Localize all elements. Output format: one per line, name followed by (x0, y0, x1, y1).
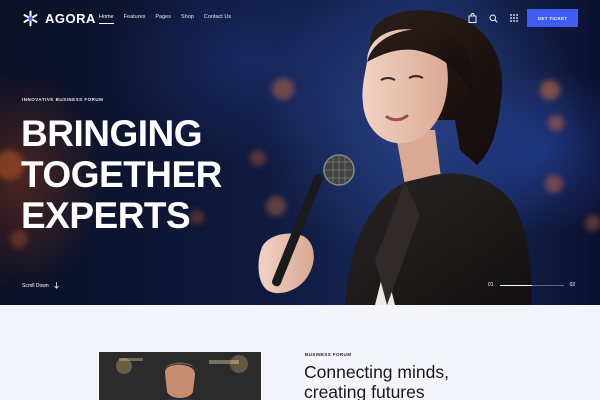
slide-progress-track[interactable] (499, 284, 564, 286)
speaker-photo-image (99, 352, 261, 400)
nav-icon-group (466, 12, 520, 24)
menu-item-features[interactable]: Features (124, 14, 146, 20)
menu-item-pages[interactable]: Pages (155, 14, 171, 20)
search-icon[interactable] (487, 12, 499, 24)
arrow-down-icon (53, 282, 59, 289)
main-menu: Home Features Pages Shop Contact Us (99, 14, 241, 24)
hero-section: AGORA Home Features Pages Shop Contact U… (0, 0, 600, 305)
bokeh-light (585, 215, 600, 231)
section-title-line: Connecting minds, (304, 362, 449, 382)
about-section: Business Forum Connecting minds, creatin… (0, 305, 600, 400)
bag-icon[interactable] (466, 12, 478, 24)
headline-line: TOGETHER (21, 154, 222, 195)
menu-item-contact[interactable]: Contact Us (204, 14, 231, 20)
headline-line: EXPERTS (21, 195, 191, 236)
brand-logo[interactable]: AGORA (22, 10, 96, 27)
section-title-line: creating futures (304, 382, 425, 400)
menu-item-home[interactable]: Home (99, 14, 114, 24)
brand-name: AGORA (45, 11, 96, 26)
section-title: Connecting minds, creating futures (304, 362, 449, 400)
get-ticket-button[interactable]: Get Ticket (527, 9, 578, 27)
hero-eyebrow: Innovative Business Forum (22, 97, 104, 102)
slide-progress-fill (499, 284, 532, 286)
slide-current: 01 (488, 282, 494, 288)
section-eyebrow: Business Forum (305, 352, 352, 357)
headline-line: BRINGING (21, 113, 202, 154)
slide-indicator: 01 02 (488, 282, 575, 288)
speaker-photo (99, 352, 261, 400)
snowflake-logo-icon (23, 10, 38, 27)
top-navigation: AGORA Home Features Pages Shop Contact U… (0, 0, 600, 36)
menu-item-shop[interactable]: Shop (181, 14, 194, 20)
scroll-down-label: Scroll Down (22, 282, 49, 289)
slide-total: 02 (569, 282, 576, 288)
scroll-down-link[interactable]: Scroll Down (22, 282, 59, 289)
grid-menu-icon[interactable] (508, 12, 520, 24)
speaker-illustration (258, 10, 532, 305)
hero-headline: BRINGING TOGETHER EXPERTS (21, 113, 222, 236)
